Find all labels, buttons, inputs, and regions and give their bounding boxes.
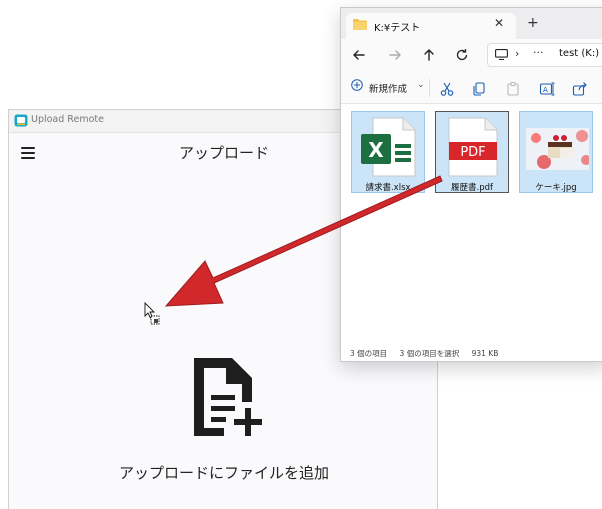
upload-remote-app-icon xyxy=(14,114,28,127)
add-circle-icon xyxy=(351,79,363,91)
folder-icon xyxy=(353,19,367,30)
svg-text:A: A xyxy=(543,86,548,94)
share-icon[interactable] xyxy=(572,81,588,97)
drag-cursor-icon xyxy=(144,302,160,325)
forward-arrow-icon[interactable] xyxy=(387,47,403,63)
new-button[interactable]: 新規作成 ⌄ xyxy=(351,79,431,97)
paste-icon[interactable] xyxy=(505,81,521,97)
refresh-icon[interactable] xyxy=(454,47,470,63)
copy-icon[interactable] xyxy=(471,81,487,97)
pdf-file-icon: PDF xyxy=(448,117,498,177)
this-pc-icon xyxy=(495,49,508,60)
rename-icon[interactable]: A xyxy=(539,81,555,97)
svg-text:X: X xyxy=(368,138,384,162)
more-breadcrumb-button[interactable]: ··· xyxy=(533,46,544,59)
new-button-label: 新規作成 xyxy=(369,84,408,95)
navigation-bar: › ··· test (K:) xyxy=(341,39,602,73)
chevron-down-icon: ⌄ xyxy=(417,80,425,90)
tab-k-test[interactable]: K:¥テスト ✕ xyxy=(346,13,516,39)
item-count: 3 個の項目 xyxy=(350,349,388,358)
file-name: ケーキ.jpg xyxy=(535,183,577,193)
file-item-pdf[interactable]: PDF 履歴書.pdf xyxy=(435,111,509,193)
new-tab-button[interactable]: + xyxy=(527,15,539,31)
file-explorer-window: K:¥テスト ✕ + › ··· test (K:) 新規作成 ⌄ A X 請求… xyxy=(340,7,602,362)
file-item-excel[interactable]: X 請求書.xlsx xyxy=(351,111,425,193)
breadcrumb[interactable]: test (K:) xyxy=(559,48,599,59)
selection-size: 931 KB xyxy=(471,349,499,358)
upload-window-title: Upload Remote xyxy=(31,114,104,125)
command-bar: 新規作成 ⌄ A xyxy=(341,73,602,104)
address-bar[interactable]: › ··· test (K:) xyxy=(487,43,602,67)
tab-title: K:¥テスト xyxy=(374,23,421,34)
chevron-right-icon: › xyxy=(515,47,520,60)
status-bar: 3 個の項目 3 個の項目を選択 931 KB xyxy=(350,348,508,359)
close-tab-button[interactable]: ✕ xyxy=(494,16,504,30)
up-arrow-icon[interactable] xyxy=(421,47,437,63)
selection-count: 3 個の項目を選択 xyxy=(399,349,460,358)
svg-text:PDF: PDF xyxy=(460,145,485,160)
excel-file-icon: X xyxy=(361,117,416,177)
file-name: 請求書.xlsx xyxy=(365,183,411,193)
file-item-image[interactable]: ケーキ.jpg xyxy=(519,111,593,193)
explorer-tab-strip: K:¥テスト ✕ + xyxy=(341,8,602,39)
cake-image-thumbnail xyxy=(526,128,589,170)
cut-icon[interactable] xyxy=(439,81,455,97)
back-arrow-icon[interactable] xyxy=(351,47,367,63)
add-file-icon[interactable] xyxy=(190,356,270,438)
add-file-label: アップロードにファイルを追加 xyxy=(118,464,329,482)
file-name: 履歴書.pdf xyxy=(451,183,493,193)
command-divider xyxy=(429,79,430,97)
